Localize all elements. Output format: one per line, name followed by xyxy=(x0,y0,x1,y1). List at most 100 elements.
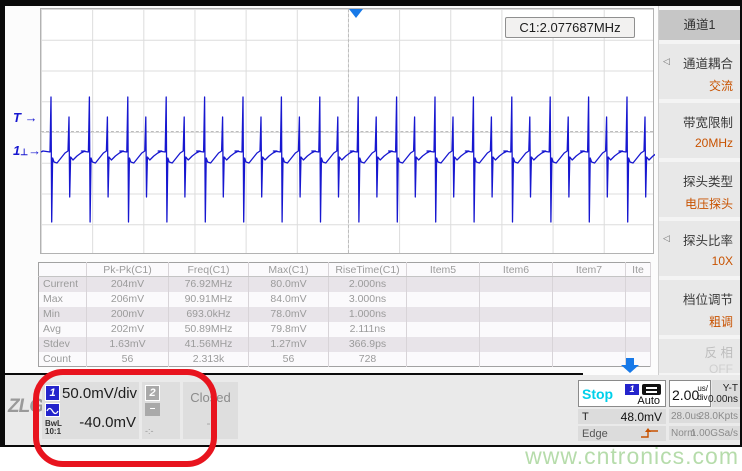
table-cell xyxy=(625,306,651,322)
menu-item-value: 20MHz xyxy=(694,136,733,150)
trigger-type-row: Edge xyxy=(578,426,666,441)
table-cell xyxy=(625,276,651,292)
table-cell xyxy=(479,306,553,322)
menu-title: 通道1 xyxy=(659,10,740,40)
timebase-value: 2.00 xyxy=(672,387,700,403)
table-cell: 693.0kHz xyxy=(168,306,249,322)
timebase-block[interactable]: 2.00 us/ div Y-T 0.00ns 28.0us 28.0Kpts … xyxy=(669,380,740,442)
col-header: RiseTime(C1) xyxy=(328,262,407,277)
menu-item-invert: 反 相 OFF xyxy=(659,339,740,376)
table-cell xyxy=(625,336,651,352)
table-cell: 3.000ns xyxy=(328,291,407,307)
trigger-position-marker-icon[interactable] xyxy=(349,9,363,18)
menu-item-value: 粗调 xyxy=(708,315,733,329)
table-cell xyxy=(552,276,626,292)
table-cell: 200mV xyxy=(86,306,169,322)
menu-item-value: 电压探头 xyxy=(684,197,733,211)
row-label: Stdev xyxy=(38,336,87,352)
sample-rate: 1.00GSa/s xyxy=(690,428,738,439)
table-cell xyxy=(625,291,651,307)
table-cell xyxy=(552,321,626,337)
channel1-ground-marker[interactable]: 1⊥→ xyxy=(13,143,41,158)
table-row: Stdev 1.63mV 41.56MHz 1.27mV 366.9ps xyxy=(38,336,651,352)
trigger-block[interactable]: Stop 1 Auto T 48.0mV Edge xyxy=(578,380,666,442)
chevron-left-icon: ◁ xyxy=(663,233,670,243)
col-header: Item6 xyxy=(479,262,553,277)
trigger-level-row: T 48.0mV xyxy=(578,409,666,424)
table-cell xyxy=(552,336,626,352)
table-cell xyxy=(552,291,626,307)
table-cell: 41.56MHz xyxy=(168,336,249,352)
menu-item-label: 探头类型 xyxy=(682,175,733,189)
table-cell: 90.91MHz xyxy=(168,291,249,307)
table-cell: 56 xyxy=(86,351,169,367)
col-header: Item5 xyxy=(406,262,480,277)
table-cell xyxy=(479,351,553,367)
table-cell xyxy=(479,291,553,307)
table-cell: 56 xyxy=(248,351,329,367)
row-label: Current xyxy=(38,276,87,292)
trigger-state-box: Stop 1 Auto xyxy=(578,380,666,407)
run-state: Stop xyxy=(582,386,614,402)
table-cell xyxy=(406,276,480,292)
col-header: Max(C1) xyxy=(248,262,329,277)
table-cell: 728 xyxy=(328,351,407,367)
table-cell xyxy=(552,306,626,322)
table-cell xyxy=(479,336,553,352)
table-row: Current 204mV 76.92MHz 80.0mV 2.000ns xyxy=(38,276,651,292)
table-cell xyxy=(406,291,480,307)
table-cell: 204mV xyxy=(86,276,169,292)
table-cell: 2.000ns xyxy=(328,276,407,292)
table-row: Max 206mV 90.91MHz 84.0mV 3.000ns xyxy=(38,291,651,307)
trigger-level-value: 48.0mV xyxy=(620,410,662,424)
menu-item-coupling[interactable]: ◁ 通道耦合 交流 xyxy=(659,44,740,99)
trigger-delay: 0.00ns xyxy=(707,394,738,405)
row-label: Max xyxy=(38,291,87,307)
table-cell: 78.0mV xyxy=(248,306,329,322)
scroll-down-icon[interactable] xyxy=(621,357,639,373)
trigger-level-marker[interactable]: T → xyxy=(13,110,38,125)
table-cell: 79.8mV xyxy=(248,321,329,337)
table-cell xyxy=(406,351,480,367)
table-cell xyxy=(406,306,480,322)
table-cell: 2.111ns xyxy=(328,321,407,337)
menu-item-value: 交流 xyxy=(708,79,733,93)
table-row: Count 56 2.313k 56 728 xyxy=(38,351,651,367)
col-header: Freq(C1) xyxy=(168,262,249,277)
menu-item-label: 反 相 xyxy=(704,346,733,360)
table-cell xyxy=(552,351,626,367)
col-header: Ite xyxy=(625,262,651,277)
trigger-marker-arrow-icon: → xyxy=(24,110,38,125)
table-cell: 76.92MHz xyxy=(168,276,249,292)
table-cell: 1.27mV xyxy=(248,336,329,352)
timebase-scale-box: 2.00 us/ div xyxy=(669,380,711,407)
acquire-mode-row: Norm 1.00GSa/s xyxy=(669,426,740,440)
table-cell xyxy=(406,321,480,337)
table-cell: 1.63mV xyxy=(86,336,169,352)
trigger-type: Edge xyxy=(582,428,608,440)
timebase-unit: us/ div xyxy=(697,384,708,402)
menu-item-label: 档位调节 xyxy=(682,293,733,307)
table-cell: 50.89MHz xyxy=(168,321,249,337)
menu-item-value: 10X xyxy=(711,254,733,268)
table-cell xyxy=(625,321,651,337)
table-cell xyxy=(479,276,553,292)
table-cell: 1.000ns xyxy=(328,306,407,322)
menu-item-probe-type[interactable]: 探头类型 电压探头 xyxy=(659,162,740,217)
rising-edge-icon xyxy=(641,428,658,438)
menu-sidebar: 通道1 ◁ 通道耦合 交流 带宽限制 20MHz 探头类型 电压探头 ◁ 探头比… xyxy=(658,6,740,376)
menu-item-bandwidth[interactable]: 带宽限制 20MHz xyxy=(659,103,740,158)
col-header: Pk-Pk(C1) xyxy=(86,262,169,277)
table-header-row: Pk-Pk(C1) Freq(C1) Max(C1) RiseTime(C1) … xyxy=(38,262,651,277)
menu-item-probe-ratio[interactable]: ◁ 探头比率 10X xyxy=(659,221,740,276)
window-span: 28.0us xyxy=(671,411,702,422)
scroll-arrow-head xyxy=(621,365,639,373)
waveform-display: T → 1⊥→ C1:2.077687MHz Pk-Pk(C1) Freq(C1… xyxy=(5,6,658,375)
menu-item-gear-adjust[interactable]: 档位调节 粗调 xyxy=(659,280,740,335)
menu-item-label: 带宽限制 xyxy=(682,116,733,130)
table-cell xyxy=(479,321,553,337)
table-cell: 206mV xyxy=(86,291,169,307)
table-cell: 84.0mV xyxy=(248,291,329,307)
menu-item-value: OFF xyxy=(709,362,733,376)
display-mode-box: Y-T 0.00ns xyxy=(708,380,740,407)
